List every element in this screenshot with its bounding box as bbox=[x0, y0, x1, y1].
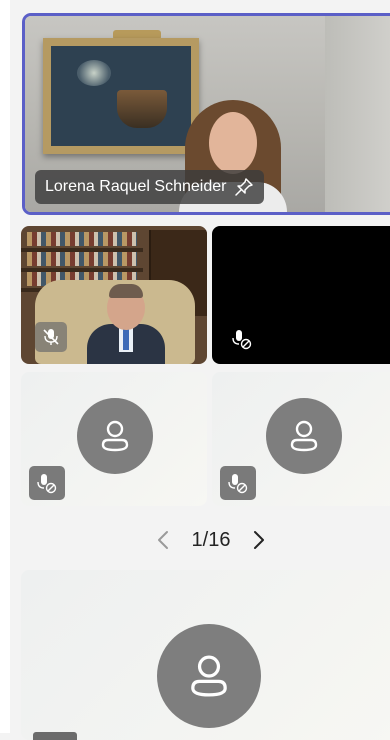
participant-avatar-tile[interactable] bbox=[21, 570, 390, 740]
pin-icon[interactable] bbox=[234, 177, 254, 197]
painting bbox=[43, 38, 199, 154]
participant-person bbox=[87, 284, 165, 364]
participant-avatar-tile[interactable] bbox=[212, 372, 390, 506]
page-indicator: 1/16 bbox=[191, 528, 231, 551]
participant-avatar-tile[interactable] bbox=[21, 372, 207, 506]
mic-off-icon bbox=[29, 466, 65, 500]
mic-off-icon bbox=[220, 466, 256, 500]
gallery-pagination: 1/16 bbox=[146, 522, 276, 558]
chevron-left-icon[interactable] bbox=[152, 529, 174, 551]
active-speaker-tile[interactable]: Lorena Raquel Schneider bbox=[22, 13, 390, 215]
participant-name: Lorena Raquel Schneider bbox=[45, 178, 227, 195]
participant-video-off-tile[interactable] bbox=[212, 226, 390, 364]
mic-off-icon bbox=[35, 322, 67, 352]
mic-off-icon bbox=[226, 324, 258, 354]
participant-video-tile[interactable] bbox=[21, 226, 207, 364]
left-rail bbox=[0, 0, 10, 733]
mic-off-icon bbox=[33, 732, 77, 740]
chevron-right-icon[interactable] bbox=[248, 529, 270, 551]
participant-name-label: Lorena Raquel Schneider bbox=[35, 170, 265, 204]
person-icon bbox=[266, 398, 342, 474]
person-icon bbox=[157, 624, 261, 728]
person-icon bbox=[77, 398, 153, 474]
